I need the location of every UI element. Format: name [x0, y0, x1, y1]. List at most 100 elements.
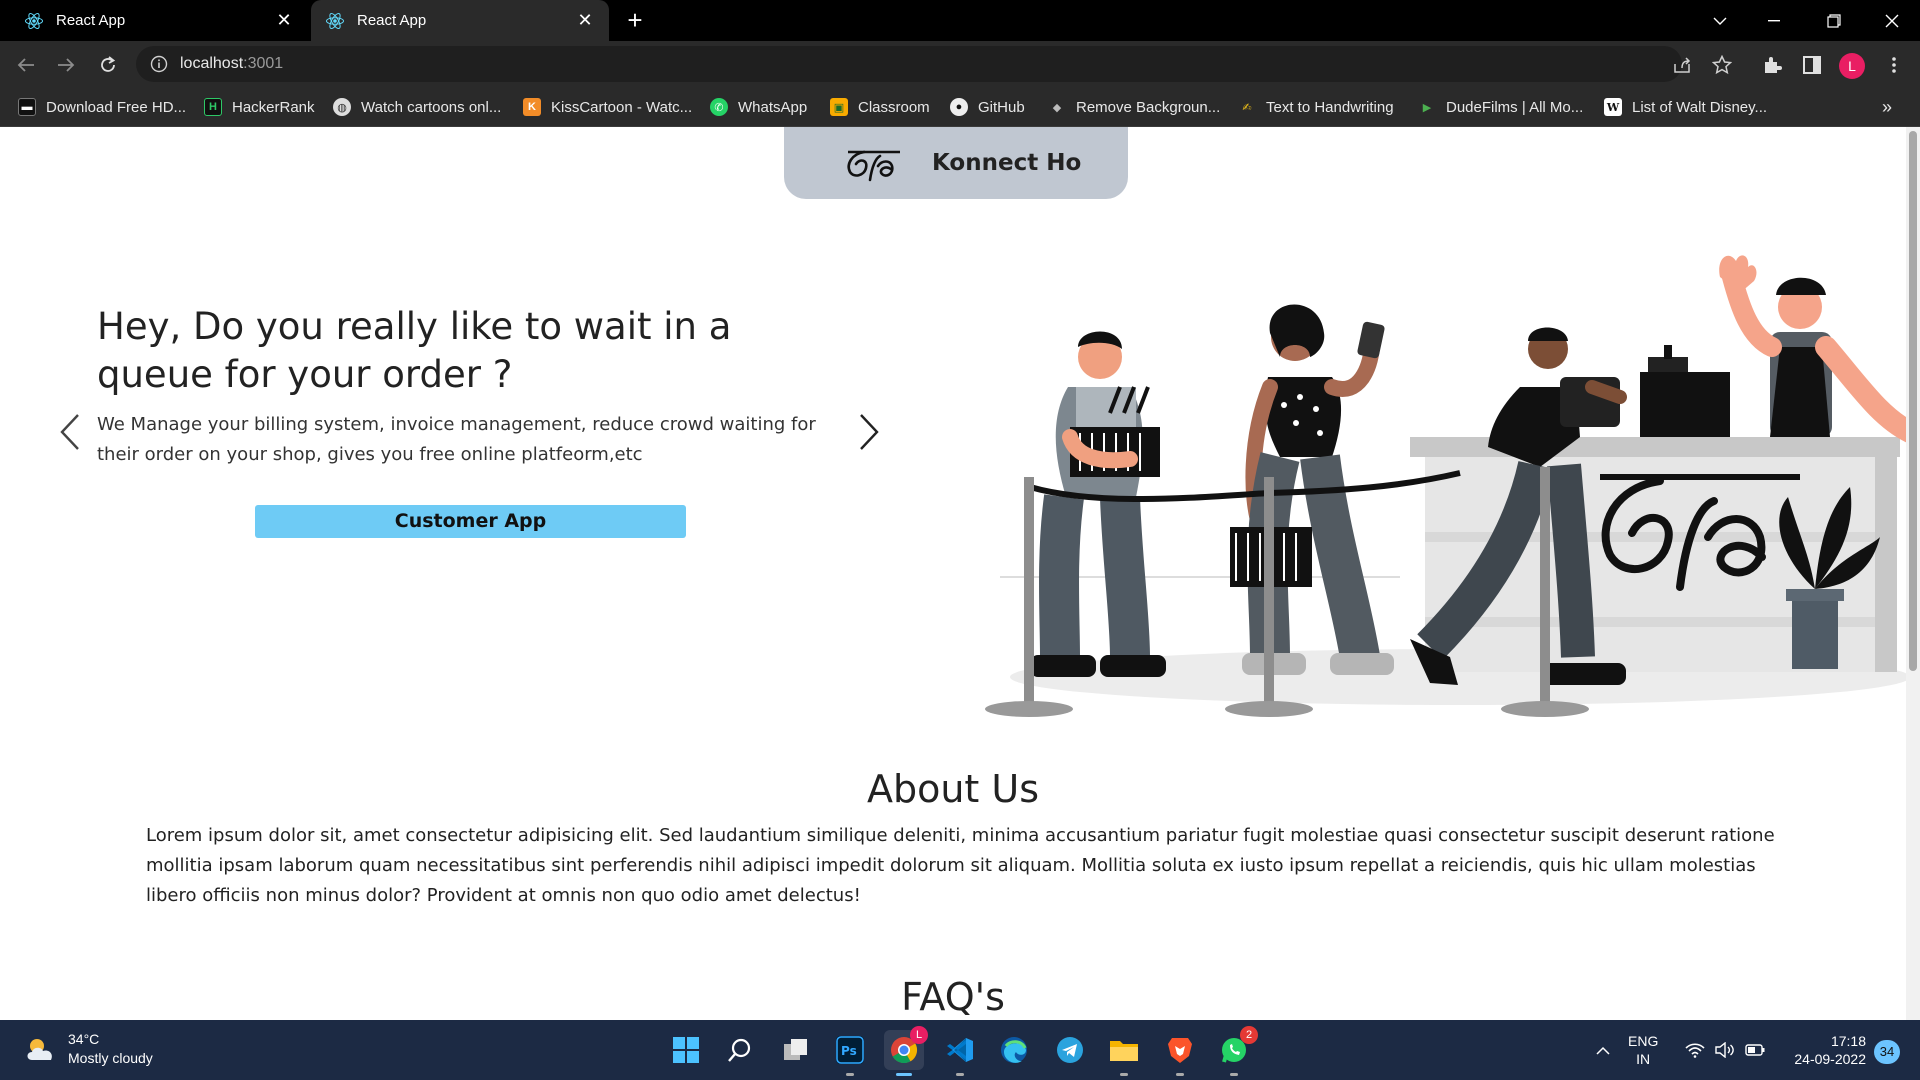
extensions-icon[interactable]	[1756, 49, 1788, 81]
url-host: localhost	[180, 55, 244, 72]
tab-search-icon[interactable]	[1692, 0, 1748, 41]
back-icon[interactable]	[10, 49, 42, 81]
vscode-icon[interactable]	[940, 1030, 980, 1076]
bookmark-label: WhatsApp	[738, 98, 808, 116]
about-title: About Us	[866, 767, 1040, 811]
close-window-icon[interactable]	[1864, 0, 1920, 41]
bookmark-label: GitHub	[978, 98, 1025, 116]
about-text: Lorem ipsum dolor sit, amet consectetur …	[146, 825, 1775, 906]
new-tab-button[interactable]: +	[620, 6, 650, 36]
photoshop-icon[interactable]: Ps	[830, 1030, 870, 1076]
side-panel-icon[interactable]	[1796, 49, 1828, 81]
more-bookmarks-icon[interactable]: »	[1882, 97, 1892, 118]
wikipedia-icon: W	[1604, 98, 1622, 116]
whatsapp-badge: 2	[1240, 1026, 1258, 1044]
notification-badge[interactable]: 34	[1874, 1040, 1900, 1064]
bookmark-star-icon[interactable]	[1706, 49, 1738, 81]
reload-icon[interactable]	[92, 49, 124, 81]
svg-text:Ps: Ps	[841, 1044, 857, 1058]
web-page: Konnect Ho Hey, Do you really like to wa…	[0, 127, 1906, 1020]
scrollbar-thumb[interactable]	[1909, 131, 1917, 671]
react-icon	[326, 12, 344, 29]
profile-avatar[interactable]: L	[1839, 53, 1865, 79]
browser-tab[interactable]: React App ✕	[10, 0, 308, 41]
customer-app-button[interactable]: Customer App	[255, 505, 686, 538]
hero-description: We Manage your billing system, invoice m…	[97, 414, 816, 465]
carousel-prev-icon[interactable]	[50, 407, 90, 457]
chrome-profile-badge: L	[910, 1026, 928, 1044]
clock-date: 24-09-2022	[1794, 1051, 1866, 1067]
whatsapp-icon: ✆	[710, 98, 728, 116]
handwriting-icon: ✍	[1242, 101, 1252, 114]
bookmark-item[interactable]: ◍ Watch cartoons onl...	[333, 89, 501, 125]
menu-icon[interactable]	[1878, 49, 1910, 81]
file-explorer-icon[interactable]	[1104, 1030, 1144, 1076]
faq-title: FAQ's	[901, 975, 1005, 1019]
browser-tab-active[interactable]: React App ✕	[311, 0, 609, 41]
navbar: Konnect Ho	[784, 127, 1128, 199]
bookmark-label: Text to Handwriting	[1266, 98, 1394, 116]
battery-icon[interactable]	[1740, 1020, 1770, 1080]
weather-widget[interactable]: 34°C Mostly cloudy	[24, 1030, 153, 1068]
carousel-next-icon[interactable]	[849, 407, 889, 457]
bookmark-item[interactable]: ▣ Classroom	[830, 89, 930, 125]
site-info-icon[interactable]	[150, 55, 168, 73]
play-icon: ▶	[1422, 101, 1432, 114]
bookmarks-bar: ▬ Download Free HD... H HackerRank ◍ Wat…	[0, 89, 1920, 127]
share-icon[interactable]	[1666, 49, 1698, 81]
kisscartoon-icon: K	[523, 98, 541, 116]
bookmark-item[interactable]: ● GitHub	[950, 89, 1025, 125]
classroom-icon: ▣	[830, 98, 848, 116]
bookmark-item[interactable]: ▬ Download Free HD...	[18, 89, 186, 125]
telegram-icon[interactable]	[1050, 1030, 1090, 1070]
close-icon[interactable]: ✕	[573, 9, 597, 33]
bookmark-item[interactable]: K KissCartoon - Watc...	[523, 89, 692, 125]
language-indicator[interactable]: ENG IN	[1628, 1032, 1658, 1068]
bookmark-label: KissCartoon - Watc...	[551, 98, 693, 116]
bookmark-item[interactable]: ◆ Remove Backgroun...	[1048, 89, 1220, 125]
region-code: IN	[1636, 1051, 1651, 1067]
language-code: ENG	[1628, 1033, 1659, 1049]
start-icon[interactable]	[666, 1030, 706, 1070]
bookmark-label: HackerRank	[232, 98, 315, 116]
bookmark-label: Remove Backgroun...	[1076, 98, 1221, 116]
restore-icon[interactable]	[1806, 0, 1862, 41]
edge-icon[interactable]	[994, 1030, 1034, 1070]
clock-time: 17:18	[1830, 1033, 1866, 1049]
task-view-icon[interactable]	[776, 1030, 816, 1070]
url-field[interactable]: localhost:3001	[136, 46, 1682, 82]
forward-icon[interactable]	[50, 49, 82, 81]
address-bar: localhost:3001 L	[0, 41, 1920, 89]
page-scrollbar[interactable]	[1906, 127, 1920, 1020]
hackerrank-icon: H	[204, 98, 222, 116]
bookmark-item[interactable]: ▶ DudeFilms | All Mo...	[1418, 89, 1584, 125]
brand-logo[interactable]	[842, 140, 918, 186]
bookmark-label: List of Walt Disney...	[1632, 98, 1768, 116]
tab-title: React App	[357, 12, 427, 29]
bookmark-label: DudeFilms | All Mo...	[1446, 98, 1584, 116]
bookmark-label: Download Free HD...	[46, 98, 187, 116]
chrome-icon[interactable]: L	[884, 1026, 928, 1076]
bookmark-item[interactable]: W List of Walt Disney...	[1604, 89, 1767, 125]
tab-bar: React App ✕ React App ✕ +	[0, 0, 1920, 41]
wifi-icon[interactable]	[1680, 1020, 1710, 1080]
volume-icon[interactable]	[1710, 1020, 1740, 1080]
brand-name: Konnect Ho	[932, 150, 1082, 176]
search-icon[interactable]	[720, 1030, 760, 1070]
github-icon: ●	[950, 98, 968, 116]
whatsapp-icon[interactable]: 2	[1214, 1026, 1258, 1076]
close-icon[interactable]: ✕	[272, 9, 296, 33]
brave-icon[interactable]	[1160, 1030, 1200, 1076]
globe-icon: ◍	[333, 98, 351, 116]
bookmark-item[interactable]: ✆ WhatsApp	[710, 89, 807, 125]
bookmark-item[interactable]: H HackerRank	[204, 89, 315, 125]
chevron-up-icon[interactable]	[1588, 1020, 1618, 1080]
system-clock[interactable]: 17:18 24-09-2022	[1772, 1032, 1866, 1068]
download-icon: ▬	[18, 98, 36, 116]
bookmark-item[interactable]: ✍ Text to Handwriting	[1238, 89, 1394, 125]
hero-title: Hey, Do you really like to wait in a que…	[97, 305, 732, 396]
minimize-icon[interactable]	[1746, 0, 1802, 41]
bookmark-label: Watch cartoons onl...	[361, 98, 502, 116]
react-icon	[25, 12, 43, 29]
cloudy-weather-icon	[27, 1039, 52, 1060]
